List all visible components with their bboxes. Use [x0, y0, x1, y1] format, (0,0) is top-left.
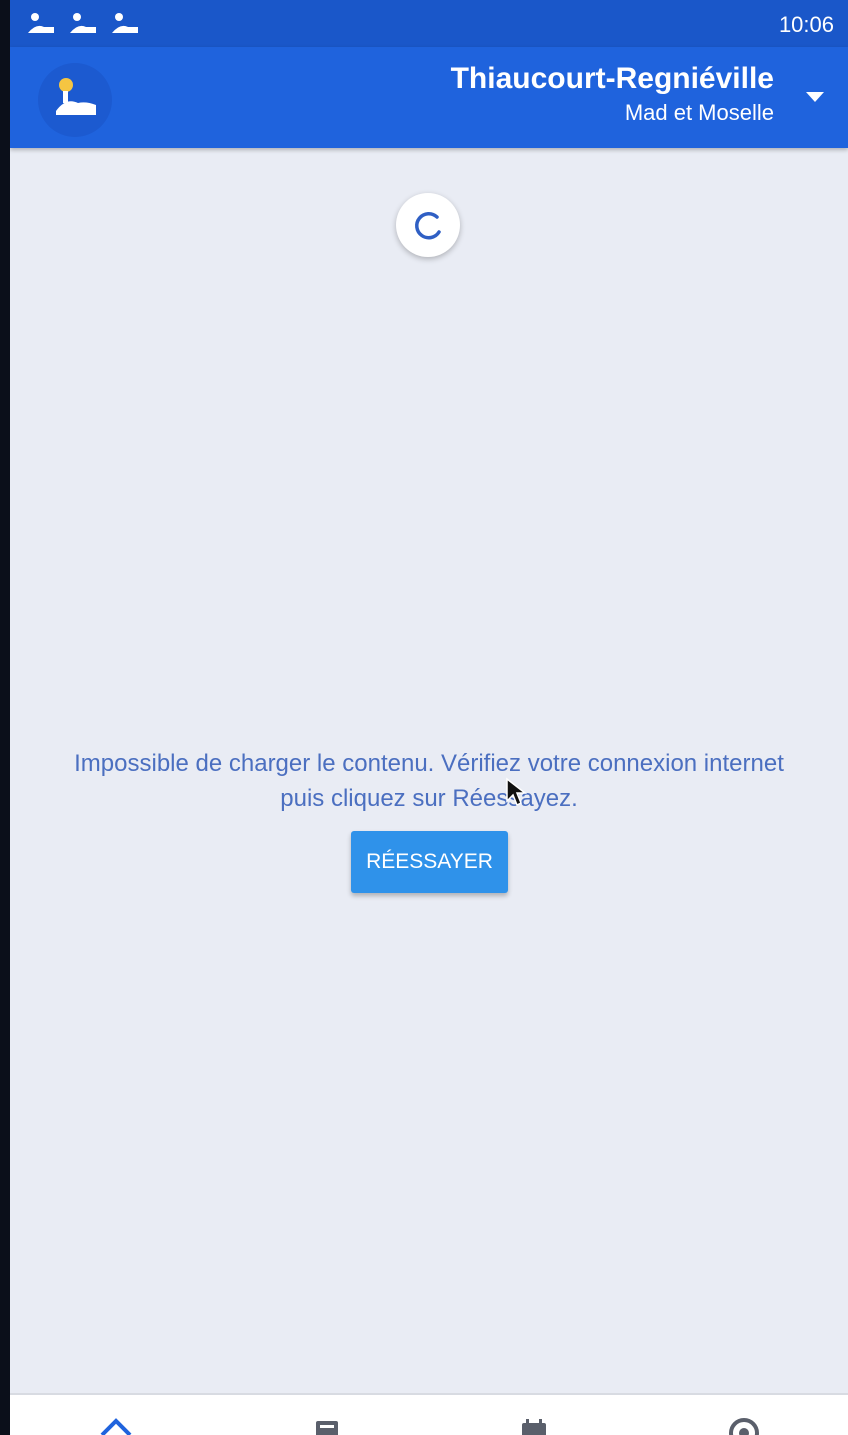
app-logo-icon[interactable]	[38, 63, 112, 137]
calendar-icon	[522, 1419, 546, 1435]
info-icon	[729, 1418, 759, 1435]
mouse-cursor-icon	[506, 777, 527, 807]
status-notifications	[26, 11, 140, 37]
status-time: 10:06	[778, 12, 834, 37]
news-icon	[316, 1421, 338, 1435]
caret-down-icon[interactable]	[802, 87, 828, 107]
region-name: Mad et Moselle	[624, 100, 774, 125]
app-bar: Thiaucourt-Regniéville Mad et Moselle	[10, 47, 848, 148]
nav-info[interactable]	[724, 1415, 764, 1435]
error-message: Impossible de charger le contenu. Vérifi…	[74, 750, 784, 812]
town-name: Thiaucourt-Regniéville	[450, 62, 774, 95]
notification-icon	[28, 13, 54, 33]
nav-calendar[interactable]	[514, 1415, 554, 1435]
bottom-navigation	[10, 1393, 848, 1435]
loading-spinner	[396, 193, 460, 257]
notification-icon	[112, 13, 138, 33]
nav-home[interactable]	[96, 1415, 136, 1435]
caret-down-graphic	[806, 92, 824, 102]
status-bar: 10:06	[10, 0, 848, 47]
app-screen: 10:06 Thiaucourt-Regniéville Mad et Mose…	[10, 0, 848, 1435]
notification-icon	[70, 13, 96, 33]
nav-news[interactable]	[306, 1415, 346, 1435]
spinner-icon	[415, 212, 441, 240]
home-icon	[100, 1418, 132, 1435]
retry-button[interactable]: RÉESSAYER	[351, 831, 508, 893]
app-logo-graphic	[56, 78, 96, 115]
location-selector[interactable]: Thiaucourt-Regniéville Mad et Moselle	[451, 61, 774, 127]
